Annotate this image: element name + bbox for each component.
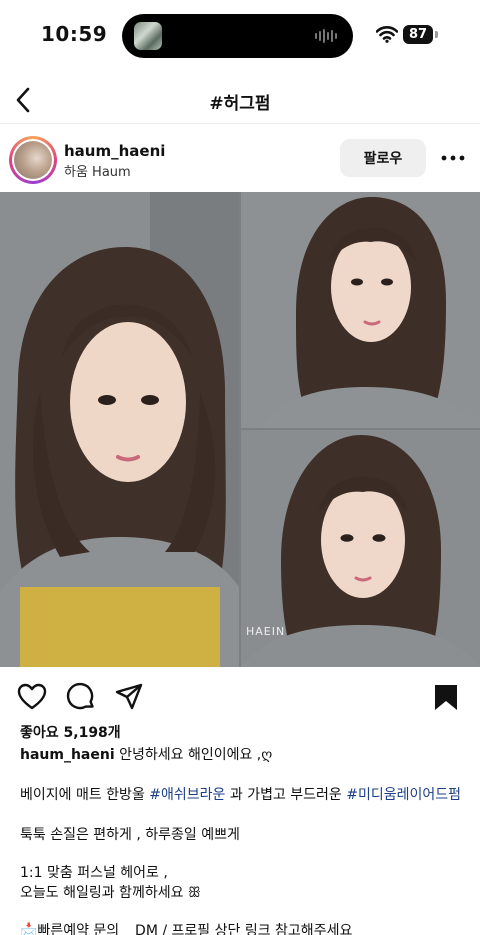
send-icon[interactable]: [114, 682, 144, 712]
caption-line-2: 베이지에 매트 한방울 #애쉬브라운 과 가볍고 부드러운 #미디움레이어드펌: [20, 784, 461, 804]
avatar-image: [14, 141, 52, 179]
photo-panel-main: [0, 192, 239, 667]
photo-panel-top-right: [241, 192, 480, 428]
heart-icon[interactable]: [17, 682, 47, 712]
top-nav: #허그펌: [0, 76, 480, 124]
photo-watermark: HAEIN: [246, 625, 286, 638]
post-username[interactable]: haum_haeni: [64, 142, 165, 160]
comment-icon[interactable]: [66, 682, 96, 712]
caption-text: 베이지에 매트 한방울: [20, 787, 150, 803]
caption-line-6: 📩빠른예약 문의 _ DM / 프로필 상단 링크 참고해주세요: [20, 923, 353, 935]
likes-count[interactable]: 좋아요 5,198개: [20, 722, 121, 742]
caption-text: 안녕하세요 해인이에요 ,ღ: [119, 747, 273, 763]
now-playing-thumbnail: [134, 22, 162, 50]
battery-cap: [435, 31, 438, 38]
caption-line-1: haum_haeni 안녕하세요 해인이에요 ,ღ: [20, 744, 272, 764]
avatar[interactable]: [9, 136, 57, 184]
caption-line-4: 1:1 맞춤 퍼스널 헤어로 ,: [20, 865, 168, 881]
wifi-icon: [376, 26, 398, 43]
post-actions: [0, 676, 480, 716]
caption-username[interactable]: haum_haeni: [20, 747, 115, 763]
post-photo[interactable]: HAEIN: [0, 192, 480, 667]
dynamic-island[interactable]: [122, 14, 353, 58]
status-time: 10:59: [41, 22, 108, 46]
hashtag-link[interactable]: #애쉬브라운: [149, 787, 225, 803]
audio-wave-icon: [315, 29, 339, 43]
caption-line-3: 툭툭 손질은 편하게 , 하루종일 예쁘게: [20, 827, 240, 843]
page-title: #허그펌: [209, 94, 271, 114]
more-horizontal-icon[interactable]: [440, 147, 466, 169]
follow-button[interactable]: 팔로우: [340, 139, 426, 177]
bookmark-icon[interactable]: [431, 682, 461, 712]
post-subname[interactable]: 하움 Haum: [64, 161, 131, 180]
status-bar: 10:59 87: [0, 0, 480, 70]
hashtag-link[interactable]: #미디움레이어드펌: [346, 787, 461, 803]
battery-indicator: 87: [403, 25, 433, 44]
caption-line-5: 오늘도 해일링과 함께하세요 ꕥ: [20, 885, 201, 901]
caption-text: 과 가볍고 부드러운: [225, 787, 347, 803]
